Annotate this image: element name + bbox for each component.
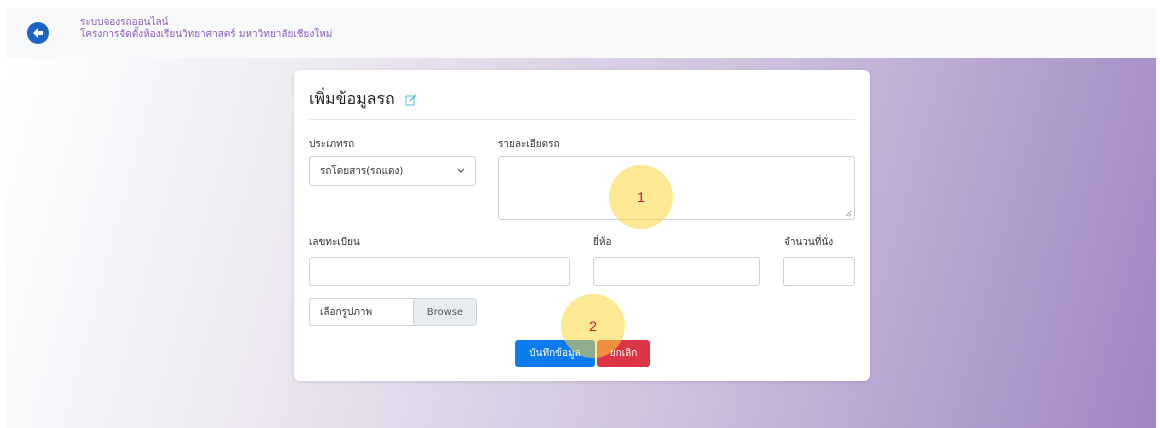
- brand-input[interactable]: [593, 257, 760, 286]
- vehicle-details-textarea[interactable]: [498, 156, 855, 220]
- license-plate-label: เลขทะเบียน: [309, 237, 360, 248]
- vehicle-type-value: รถโดยสาร(รถแดง): [320, 165, 404, 177]
- image-upload-label: เลือกรูปภาพ: [320, 306, 373, 318]
- vehicle-type-select[interactable]: รถโดยสาร(รถแดง): [309, 156, 476, 186]
- vehicle-type-label: ประเภทรถ: [309, 139, 355, 150]
- annotation-marker-1: 1: [609, 165, 673, 229]
- image-upload-input[interactable]: เลือกรูปภาพ Browse: [309, 298, 477, 326]
- back-button[interactable]: [27, 22, 49, 44]
- site-brand[interactable]: ระบบจองรถออนไลน์ โครงการจัดตั้งห้องเรียน…: [80, 17, 332, 41]
- arrow-left-icon: [33, 28, 43, 38]
- resize-grip-icon[interactable]: [845, 210, 852, 217]
- chevron-down-icon: [457, 168, 465, 173]
- site-title: ระบบจองรถออนไลน์: [80, 17, 169, 28]
- annotation-marker-2: 2: [561, 294, 625, 358]
- form-title: เพิ่มข้อมูลรถ: [309, 89, 395, 108]
- top-navbar: ระบบจองรถออนไลน์ โครงการจัดตั้งห้องเรียน…: [6, 8, 1156, 59]
- seat-count-label: จำนวนที่นั่ง: [784, 237, 834, 248]
- license-plate-input[interactable]: [309, 257, 570, 286]
- site-subtitle: โครงการจัดตั้งห้องเรียนวิทยาศาสตร์ มหาวิ…: [80, 29, 333, 40]
- edit-icon: [405, 94, 417, 106]
- browse-button[interactable]: Browse: [413, 299, 476, 325]
- title-divider: [309, 119, 855, 120]
- seat-count-input[interactable]: [783, 257, 855, 286]
- brand-label: ยี่ห้อ: [593, 237, 612, 248]
- vehicle-details-label: รายละเอียดรถ: [498, 139, 560, 150]
